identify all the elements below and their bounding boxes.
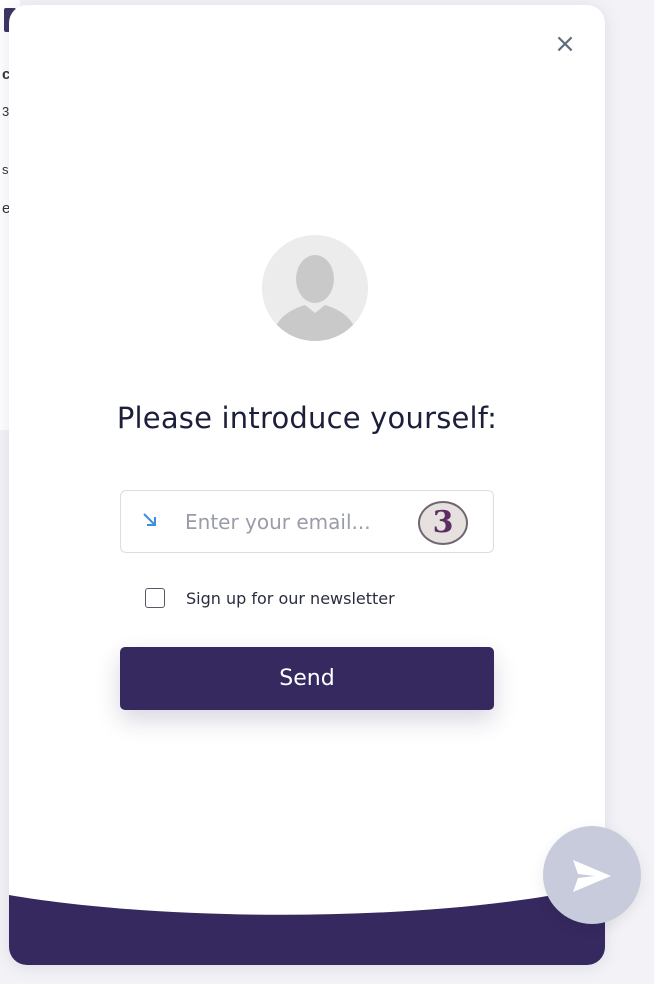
newsletter-checkbox[interactable] — [145, 588, 165, 608]
email-field[interactable] — [185, 505, 415, 539]
page-title: Please introduce yourself: — [116, 401, 498, 435]
chat-launcher-button[interactable] — [543, 826, 641, 924]
arrow-down-right-icon — [141, 511, 159, 529]
email-field-container: 3 — [120, 490, 494, 553]
chat-prechat-dialog: × Please introduce yourself: 3 Sign up f… — [9, 5, 605, 965]
close-button[interactable]: × — [553, 31, 577, 57]
newsletter-option[interactable]: Sign up for our newsletter — [145, 586, 395, 610]
newsletter-label: Sign up for our newsletter — [186, 588, 395, 608]
step-number-badge: 3 — [418, 501, 468, 545]
paper-plane-icon — [573, 860, 611, 892]
avatar-placeholder-icon — [262, 235, 368, 341]
send-button[interactable]: Send — [120, 647, 494, 710]
background-text: s — [2, 162, 9, 177]
footer-wave — [9, 885, 605, 965]
